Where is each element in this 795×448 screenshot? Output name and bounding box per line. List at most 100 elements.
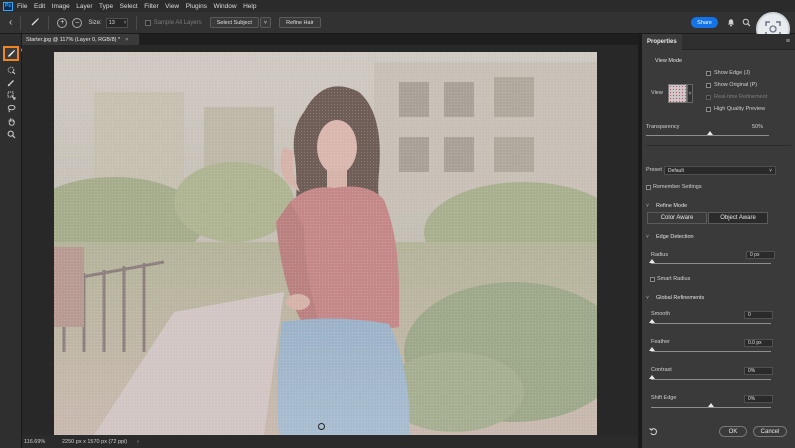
edge-detection-title: Edge Detection (656, 234, 694, 240)
quick-selection-tool[interactable] (4, 64, 18, 76)
show-edge-label: Show Edge (J) (714, 70, 751, 76)
options-divider (135, 15, 137, 30)
contrast-slider-track[interactable] (651, 379, 771, 380)
document-canvas-photo[interactable] (54, 52, 597, 435)
ok-button[interactable]: OK (719, 426, 747, 437)
subtract-from-selection-icon[interactable]: – (72, 17, 83, 28)
smooth-label: Smooth (651, 311, 670, 317)
view-mode-thumbnail[interactable] (668, 84, 687, 103)
high-quality-preview-checkbox[interactable] (706, 107, 711, 112)
chevron-down-icon[interactable]: ˅ (646, 204, 649, 209)
feather-slider-track[interactable] (651, 351, 771, 352)
bell-icon[interactable] (727, 18, 735, 29)
shift-edge-input[interactable]: 0% (744, 395, 773, 403)
color-aware-button[interactable]: Color Aware (647, 212, 707, 224)
shift-edge-slider-track[interactable] (651, 407, 771, 408)
high-quality-preview-label: High Quality Preview (714, 106, 766, 112)
menu-window[interactable]: Window (213, 3, 236, 10)
canvas-area[interactable] (22, 45, 638, 435)
tools-panel (0, 34, 22, 448)
reset-icon[interactable] (649, 427, 658, 438)
menu-edit[interactable]: Edit (34, 3, 45, 10)
transparency-value[interactable]: 50% (752, 124, 763, 131)
brush-cursor (318, 423, 325, 430)
transparency-slider-handle[interactable] (707, 131, 713, 135)
menu-plugins[interactable]: Plugins (186, 3, 207, 10)
radius-input[interactable]: 0 px (746, 251, 775, 259)
smooth-slider-track[interactable] (651, 323, 771, 324)
properties-panel: Properties ≡ View Mode View ˅ Show Edge … (642, 33, 795, 448)
shift-edge-slider-handle[interactable] (708, 403, 714, 407)
object-aware-button[interactable]: Object Aware (708, 212, 768, 224)
view-mode-dropdown[interactable]: ˅ (687, 84, 693, 103)
brush-tool[interactable] (4, 76, 18, 88)
chevron-down-icon[interactable]: ˅ (646, 235, 649, 240)
smart-radius-label: Smart Radius (657, 276, 691, 282)
menu-help[interactable]: Help (243, 3, 256, 10)
hand-tool[interactable] (4, 115, 18, 127)
document-tab-title: Starter.jpg @ 117% (Layer 0, RGB/8) * (26, 36, 121, 43)
global-refinements-title: Global Refinements (656, 295, 705, 301)
chevron-right-icon[interactable]: › (137, 439, 139, 445)
menu-filter[interactable]: Filter (144, 3, 158, 10)
menu-image[interactable]: Image (52, 3, 70, 10)
view-label: View (651, 90, 663, 96)
sample-all-layers-checkbox[interactable] (144, 19, 151, 26)
chevron-down-icon: ˅ (263, 19, 268, 26)
share-button[interactable]: Share (691, 17, 718, 28)
show-original-checkbox[interactable] (706, 83, 711, 88)
remember-settings-checkbox[interactable] (646, 185, 651, 190)
document-size: 2250 px x 1570 px (72 ppi) (62, 438, 128, 445)
smooth-slider-handle[interactable] (649, 319, 655, 323)
refine-edge-brush-tool[interactable] (3, 46, 19, 61)
realtime-refinement-label: Real-time Refinement (714, 94, 768, 100)
menu-layer[interactable]: Layer (76, 3, 92, 10)
size-label: Size: (88, 19, 102, 26)
add-to-selection-icon[interactable]: + (57, 17, 68, 28)
zoom-tool[interactable] (4, 128, 18, 140)
refine-hair-button[interactable]: Refine Hair (279, 17, 321, 28)
show-edge-checkbox[interactable] (706, 71, 711, 76)
sample-all-layers-label: Sample All Layers (153, 19, 202, 26)
radius-label: Radius (651, 252, 669, 258)
close-icon[interactable]: × (125, 37, 128, 43)
transparency-slider-track[interactable] (646, 135, 769, 136)
radius-slider-handle[interactable] (649, 259, 655, 263)
feather-input[interactable]: 0.0 px (744, 339, 773, 347)
menu-select[interactable]: Select (120, 3, 138, 10)
panel-menu-icon[interactable]: ≡ (786, 38, 790, 45)
refine-edge-brush-icon[interactable] (30, 17, 40, 29)
document-tab[interactable]: Starter.jpg @ 117% (Layer 0, RGB/8) * × (22, 34, 140, 45)
chevron-down-icon: ˅ (688, 90, 692, 97)
contrast-label: Contrast (651, 367, 672, 373)
select-subject-dropdown[interactable]: ˅ (259, 17, 272, 28)
status-bar: 116.69% 2250 px x 1570 px (72 ppi) › (22, 435, 638, 448)
smart-radius-checkbox[interactable] (650, 277, 655, 282)
back-arrow-icon[interactable]: ‹ (9, 17, 12, 28)
refine-mode-title: Refine Mode (656, 203, 688, 209)
zoom-level[interactable]: 116.69% (24, 439, 54, 445)
chevron-down-icon: ˅ (769, 167, 772, 174)
chevron-down-icon: ˅ (123, 19, 127, 26)
smooth-input[interactable]: 0 (744, 311, 773, 319)
chevron-down-icon[interactable]: ˅ (646, 296, 649, 301)
feather-slider-handle[interactable] (649, 347, 655, 351)
object-selection-tool[interactable] (4, 89, 18, 101)
menu-view[interactable]: View (165, 3, 179, 10)
lasso-tool[interactable] (4, 102, 18, 114)
contrast-slider-handle[interactable] (649, 375, 655, 379)
feather-label: Feather (651, 339, 670, 345)
photoshop-logo: Ps (3, 1, 13, 11)
select-subject-button[interactable]: Select Subject (209, 17, 259, 28)
contrast-input[interactable]: 0% (744, 367, 773, 375)
preset-dropdown[interactable]: Default ˅ (664, 166, 776, 175)
transparency-label: Transparency (646, 124, 680, 130)
brush-size-input[interactable]: 13 ˅ (105, 17, 128, 28)
menu-file[interactable]: File (17, 3, 27, 10)
search-icon[interactable] (742, 18, 751, 29)
tab-properties[interactable]: Properties (642, 33, 682, 50)
view-mode-title: View Mode (655, 58, 683, 64)
radius-slider-track[interactable] (651, 263, 771, 264)
cancel-button[interactable]: Cancel (753, 426, 787, 437)
menu-type[interactable]: Type (99, 3, 113, 10)
